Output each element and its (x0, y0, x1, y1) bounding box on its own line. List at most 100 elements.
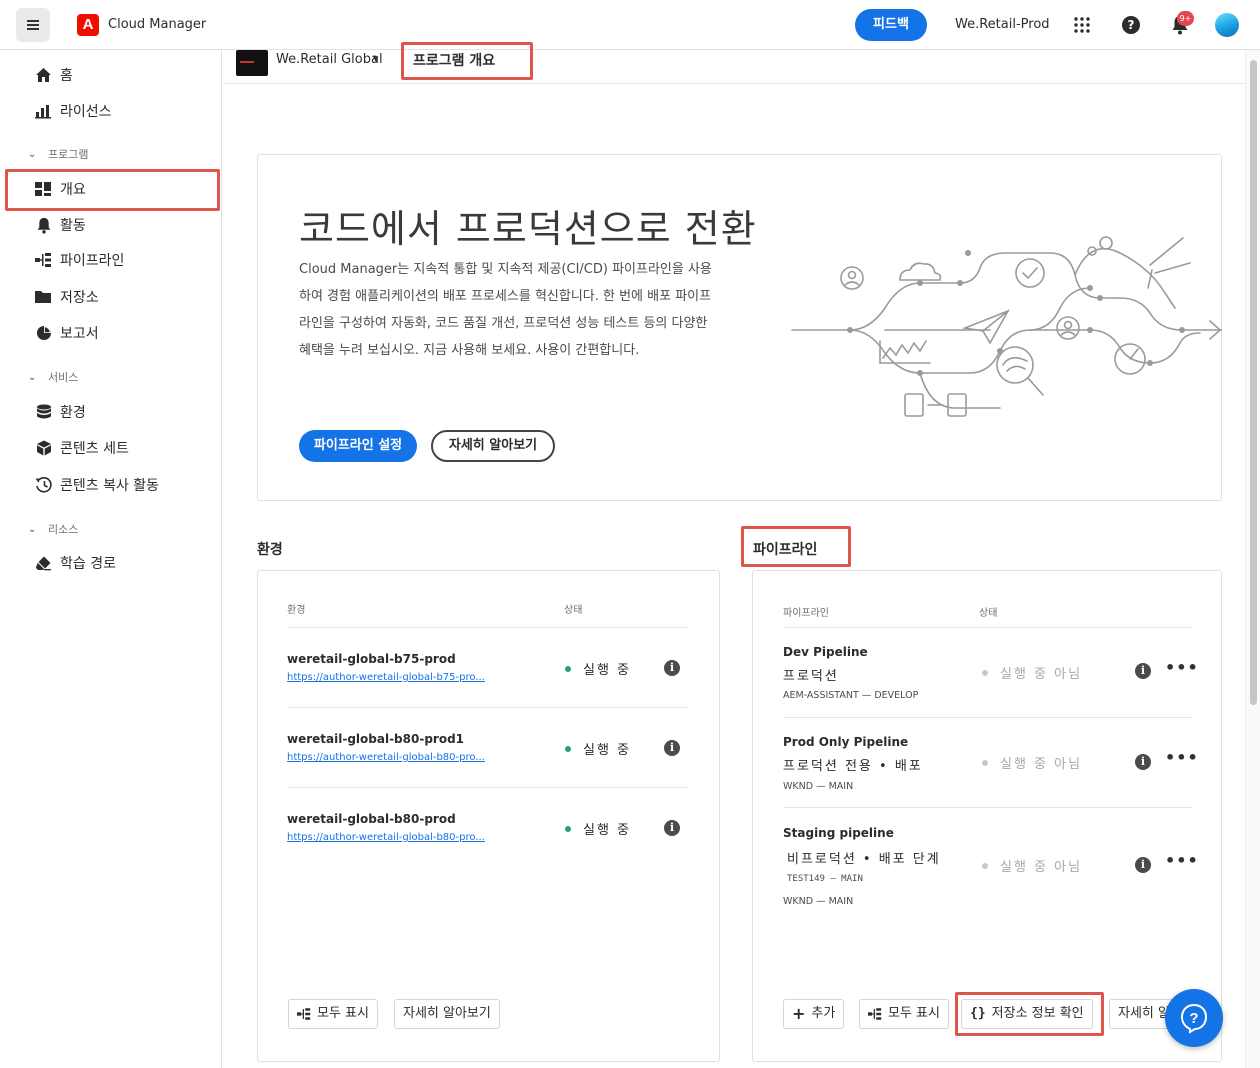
hero-card: 코드에서 프로덕션으로 전환 Cloud Manager는 지속적 통합 및 지… (257, 154, 1222, 501)
sidebar-section-services[interactable]: ⌄ 서비스 (28, 369, 78, 385)
environments-title: 환경 (257, 542, 283, 558)
scrollbar-thumb[interactable] (1250, 60, 1257, 705)
pipeline-icon (297, 1008, 311, 1020)
program-switcher[interactable]: We.Retail Global (276, 52, 383, 67)
page-title-highlight (401, 42, 533, 80)
chevron-down-icon: ⌄ (28, 371, 37, 383)
divider (783, 807, 1193, 808)
divider (783, 627, 1193, 628)
more-actions-icon[interactable]: ••• (1165, 748, 1199, 767)
info-icon[interactable]: i (1135, 857, 1151, 873)
pipe-col-name: 파이프라인 (783, 608, 829, 619)
breadcrumb: We.Retail Global ▾ 프로그램 개요 (223, 50, 1245, 84)
top-bar: A Cloud Manager 피드백 We.Retail-Prod ? 9+ (0, 0, 1260, 50)
section-label: 서비스 (48, 371, 79, 384)
sidebar-item-licenses[interactable]: 라이선스 (0, 96, 222, 126)
sidebar-item-pipelines[interactable]: 파이프라인 (0, 245, 222, 275)
info-icon[interactable]: i (1135, 663, 1151, 679)
setup-pipeline-button[interactable]: 파이프라인 설정 (299, 430, 417, 462)
avatar[interactable] (1215, 13, 1239, 37)
running-dot (565, 745, 571, 752)
status-text: 실행 중 아님 (1000, 757, 1083, 772)
pipeline-name[interactable]: Staging pipeline (783, 826, 894, 840)
sidebar-item-content-copy[interactable]: 콘텐츠 복사 활동 (0, 470, 222, 500)
divider (287, 787, 689, 788)
pipeline-type: 비프로덕션 • 배포 단계 (787, 852, 941, 867)
sidebar-item-environments[interactable]: 환경 (0, 397, 222, 427)
sidebar-item-label: 라이선스 (60, 104, 112, 120)
sidebar-item-reports[interactable]: 보고서 (0, 318, 222, 348)
sidebar-section-resources[interactable]: ⌄ 리소스 (28, 521, 78, 537)
status-text: 실행 중 (583, 663, 632, 678)
show-all-button[interactable]: 모두 표시 (859, 999, 949, 1029)
idle-dot (982, 862, 988, 869)
sidebar-item-label: 홈 (60, 68, 73, 84)
help-fab[interactable]: ? (1165, 989, 1223, 1047)
sidebar-item-label: 저장소 (60, 290, 99, 306)
sidebar-item-home[interactable]: 홈 (0, 60, 222, 90)
env-link[interactable]: https://author-weretail-global-b80-pro..… (287, 832, 485, 843)
scrollbar[interactable] (1245, 50, 1260, 1068)
info-icon[interactable]: i (664, 820, 680, 836)
eraser-icon (35, 555, 52, 572)
help-bubble-icon: ? (1180, 1003, 1208, 1034)
chevron-down-icon: ⌄ (28, 523, 37, 535)
adobe-logo[interactable]: A (77, 14, 99, 36)
info-icon[interactable]: i (1135, 754, 1151, 770)
pipeline-name[interactable]: Dev Pipeline (783, 645, 868, 659)
info-icon[interactable]: i (664, 740, 680, 756)
show-all-button[interactable]: 모두 표시 (288, 999, 378, 1029)
sidebar-item-label: 보고서 (60, 326, 99, 342)
pipeline-repo: TEST149 — MAIN (787, 874, 863, 884)
pipelines-title-highlight (741, 526, 851, 567)
chevron-down-icon: ⌄ (28, 148, 37, 160)
bell-icon (35, 217, 52, 234)
app-title[interactable]: Cloud Manager (108, 17, 206, 32)
help-icon[interactable]: ? (1122, 16, 1140, 34)
sidebar-item-content-sets[interactable]: 콘텐츠 세트 (0, 433, 222, 463)
overview-highlight (5, 169, 220, 211)
learn-more-button[interactable]: 자세히 알아보기 (431, 430, 555, 462)
org-switcher[interactable]: We.Retail-Prod (955, 17, 1050, 32)
pipeline-icon (35, 252, 52, 269)
env-name[interactable]: weretail-global-b75-prod (287, 652, 456, 666)
history-icon (35, 477, 52, 494)
pipeline-repo: AEM-ASSISTANT — DEVELOP (783, 690, 919, 701)
status-badge: 실행 중 아님 (982, 753, 1082, 772)
pipeline-name[interactable]: Prod Only Pipeline (783, 735, 908, 749)
more-actions-icon[interactable]: ••• (1165, 851, 1199, 870)
notification-badge: 9+ (1177, 11, 1194, 26)
sidebar-item-label: 환경 (60, 405, 86, 421)
status-badge: 실행 중 (565, 819, 631, 838)
pie-chart-icon (35, 325, 52, 342)
hero-title: 코드에서 프로덕션으로 전환 (299, 207, 757, 251)
pipeline-type: 프로덕션 전용 • 배포 (783, 759, 923, 774)
learn-more-button[interactable]: 자세히 알아보기 (394, 999, 500, 1029)
feedback-button[interactable]: 피드백 (855, 9, 927, 41)
program-thumbnail[interactable] (236, 50, 268, 76)
pipeline-repo: WKND — MAIN (783, 781, 854, 792)
home-icon (35, 67, 52, 84)
env-name[interactable]: weretail-global-b80-prod (287, 812, 456, 826)
chevron-down-icon[interactable]: ▾ (373, 52, 379, 65)
menu-icon[interactable] (16, 8, 50, 42)
info-icon[interactable]: i (664, 660, 680, 676)
env-name[interactable]: weretail-global-b80-prod1 (287, 732, 464, 746)
section-label: 리소스 (48, 523, 79, 536)
button-label: 자세히 알 (1118, 1006, 1170, 1021)
apps-grid-icon[interactable] (1073, 16, 1091, 34)
sidebar-item-activity[interactable]: 활동 (0, 210, 222, 240)
add-pipeline-button[interactable]: + 추가 (783, 999, 845, 1029)
sidebar-section-programs[interactable]: ⌄ 프로그램 (28, 146, 88, 162)
status-badge: 실행 중 아님 (982, 663, 1082, 682)
button-label: 추가 (811, 1006, 836, 1021)
sidebar-item-learning-paths[interactable]: 학습 경로 (0, 548, 222, 578)
env-link[interactable]: https://author-weretail-global-b80-pro..… (287, 752, 485, 763)
sidebar-item-repositories[interactable]: 저장소 (0, 282, 222, 312)
svg-text:?: ? (1189, 1010, 1198, 1027)
repo-info-highlight (955, 992, 1104, 1036)
pipeline-type: 프로덕션 (783, 669, 839, 684)
more-actions-icon[interactable]: ••• (1165, 658, 1199, 677)
env-link[interactable]: https://author-weretail-global-b75-pro..… (287, 672, 485, 683)
sidebar-item-label: 학습 경로 (60, 556, 116, 572)
